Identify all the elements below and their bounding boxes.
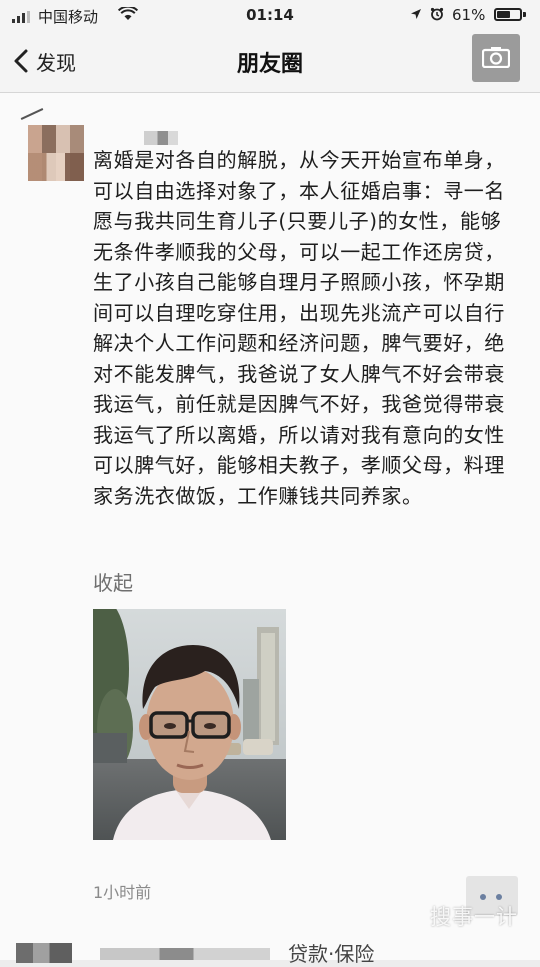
battery-cap: [523, 12, 526, 17]
dot-icon: [480, 894, 486, 900]
camera-button[interactable]: [472, 34, 520, 82]
page-title: 朋友圈: [236, 52, 303, 77]
selfie-photo: [93, 609, 286, 840]
next-post-author[interactable]: [100, 948, 270, 960]
moments-feed[interactable]: 离婚是对各自的解脱，从今天开始宣布单身，可以自由选择对象了，本人征婚启事：寻一名…: [0, 93, 540, 966]
next-post-avatar[interactable]: [16, 943, 72, 963]
post-timestamp: 1小时前: [93, 883, 152, 902]
status-bar: 中国移动 01:14 61%: [0, 0, 540, 30]
dot-icon: [496, 894, 502, 900]
location-icon: [411, 9, 421, 19]
nav-bar: 发现 朋友圈: [0, 30, 540, 93]
post-photo[interactable]: [93, 609, 286, 840]
left-edge-mark: [20, 108, 44, 120]
next-post-text: 贷款·保险: [288, 942, 375, 966]
battery-level-fill: [497, 11, 510, 18]
alarm-icon: [430, 7, 444, 21]
avatar[interactable]: [28, 125, 84, 181]
watermark: 搜事一计: [430, 905, 518, 929]
collapse-link[interactable]: 收起: [93, 567, 133, 596]
post-author-name[interactable]: [144, 131, 178, 145]
battery-icon: [494, 8, 522, 21]
battery-percent: 61%: [452, 6, 486, 24]
post-text: 离婚是对各自的解脱，从今天开始宣布单身，可以自由选择对象了，本人征婚启事：寻一名…: [93, 148, 505, 508]
camera-icon: [482, 47, 510, 68]
